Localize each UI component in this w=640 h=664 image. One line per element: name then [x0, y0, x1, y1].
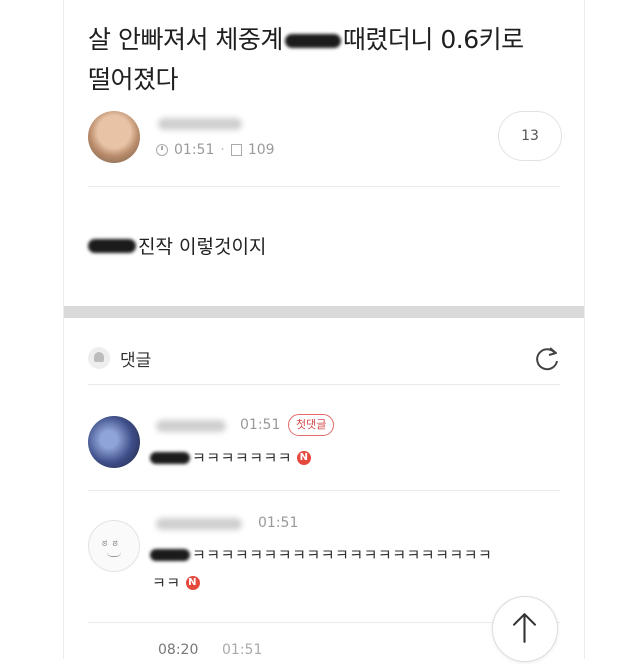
comment-avatar[interactable] — [88, 416, 140, 468]
comment-time: 08:20 — [158, 642, 199, 658]
app-screen: 살 안빠져서 체중계 때렸더니 0.6키로 떨어졌다 01:51 · 109 13… — [0, 0, 640, 662]
comment-time: 01:51 — [258, 515, 299, 531]
comment-text-line1: ㅋㅋㅋㅋㅋㅋㅋㅋㅋㅋㅋㅋㅋㅋㅋㅋㅋㅋㅋㅋㅋ — [150, 544, 492, 565]
author-avatar[interactable] — [88, 111, 140, 163]
comment-avatar[interactable]: ಠ ಠ — [88, 520, 140, 572]
comments-header: 댓글 — [88, 340, 564, 376]
comment-nickname-blurred[interactable] — [156, 420, 226, 432]
comment-time: 01:51 — [222, 642, 263, 658]
comment-text-content: ㅋㅋㅋㅋㅋㅋㅋㅋㅋㅋㅋㅋㅋㅋㅋㅋㅋㅋㅋㅋㅋ — [192, 546, 493, 564]
comment-nickname-blurred[interactable] — [156, 518, 242, 530]
refresh-icon[interactable] — [532, 344, 562, 374]
new-badge: N — [297, 450, 312, 465]
section-divider-band — [64, 306, 584, 318]
divider — [88, 186, 560, 187]
meta-separator: · — [220, 142, 225, 158]
face-icon: ಠ ಠ — [102, 538, 119, 549]
scroll-top-button[interactable] — [492, 596, 558, 662]
post-views: 109 — [247, 142, 275, 158]
post-title-part1: 살 안빠져서 체중계 — [88, 25, 283, 54]
censored-word — [88, 238, 136, 253]
comment-text-line2: ㅋㅋ N — [152, 572, 200, 593]
column-border-right — [584, 0, 585, 659]
post-title-part2: 때렸더니 0.6키로 — [342, 25, 524, 54]
comment-count: 13 — [521, 128, 539, 144]
censored-word — [284, 34, 341, 48]
post-body-text: 진작 이렇것이지 — [138, 236, 267, 258]
post-time: 01:51 — [174, 142, 215, 158]
post-meta: 01:51 · 109 — [156, 142, 275, 158]
divider — [88, 622, 560, 623]
censored-word — [150, 451, 190, 464]
document-icon — [230, 144, 242, 156]
divider — [88, 384, 560, 385]
post-title-line2: 떨어졌다 — [88, 65, 179, 94]
comment-text-content: ㅋㅋㅋㅋㅋㅋㅋ — [192, 449, 293, 467]
first-comment-badge: 첫댓글 — [288, 414, 335, 436]
censored-word — [150, 548, 190, 561]
face-mouth — [107, 552, 121, 557]
divider — [88, 490, 560, 491]
bell-icon[interactable] — [88, 347, 110, 369]
comment-count-button[interactable]: 13 — [498, 111, 562, 161]
post-body: 진작 이렇것이지 — [88, 232, 266, 259]
comment-text: ㅋㅋㅋㅋㅋㅋㅋ N — [150, 447, 312, 468]
comments-label: 댓글 — [120, 350, 152, 371]
post-title: 살 안빠져서 체중계 때렸더니 0.6키로 떨어졌다 — [88, 20, 568, 100]
author-nickname-blurred[interactable] — [158, 118, 242, 130]
column-border-left — [63, 0, 64, 659]
clock-icon — [156, 144, 168, 156]
new-badge: N — [185, 575, 200, 590]
arrow-up-icon — [512, 613, 537, 643]
comment-text-content: ㅋㅋ — [152, 574, 181, 592]
comment-time: 01:51 — [240, 417, 281, 433]
